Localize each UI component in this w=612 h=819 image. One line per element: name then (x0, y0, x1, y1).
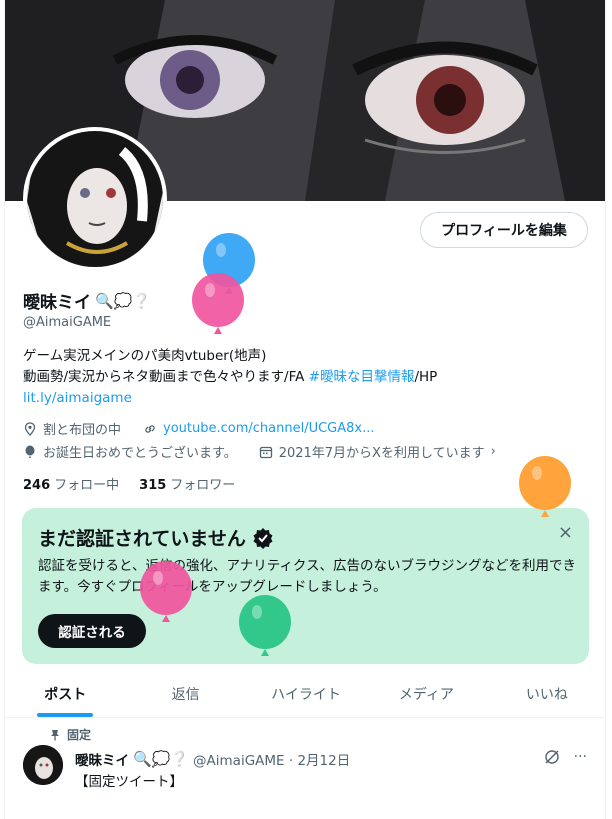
tab-likes[interactable]: いいね (487, 670, 605, 717)
verification-card: まだ認証されていません × 認証を受けると、返信の強化、アナリティクス、広告のな… (22, 508, 589, 664)
profile-joined[interactable]: 2021年7月からXを利用しています (279, 442, 485, 461)
chevron-right-icon: › (490, 444, 496, 459)
bio-link[interactable]: lit.ly/aimaigame (23, 388, 583, 409)
profile-name-row: 曖昧ミイ 🔍💭❔ (23, 288, 152, 314)
post-text: 【固定ツイート】 (75, 774, 183, 790)
name-emoji: 🔍💭❔ (95, 291, 152, 310)
profile-meta-row-2: お誕生日おめでとうございます。 2021年7月からXを利用しています › (23, 442, 496, 461)
following-count: 246 (23, 478, 51, 493)
calendar-icon (259, 446, 272, 458)
pinned-label: 固定 (67, 728, 92, 742)
balloon-green-icon (239, 595, 291, 656)
profile-page: プロフィールを編集 曖昧ミイ 🔍💭❔ @AimaiGAME ゲーム実況メインのパ… (4, 0, 606, 819)
balloon-icon (25, 445, 35, 458)
tab-media[interactable]: メディア (366, 670, 486, 717)
bio-text: 動画勢/実況からネタ動画まで色々やります/FA (23, 369, 309, 385)
followers-count: 315 (139, 478, 167, 493)
verified-badge-icon (253, 527, 273, 549)
bio-line-1: ゲーム実況メインのパ美肉vtuber(地声) (23, 348, 267, 364)
profile-name: 曖昧ミイ (23, 293, 91, 313)
location-icon (24, 421, 36, 436)
tab-replies[interactable]: 返信 (125, 670, 245, 717)
post-handle-date[interactable]: @AimaiGAME · 2月12日 (193, 749, 350, 769)
pin-icon (51, 729, 59, 740)
bio-hashtag-link[interactable]: #曖昧な目撃情報 (309, 369, 415, 385)
profile-bio: ゲーム実況メインのパ美肉vtuber(地声) 動画勢/実況からネタ動画まで色々や… (23, 346, 583, 409)
profile-location: 割と布団の中 (43, 423, 122, 438)
post-header: 曖昧ミイ 🔍💭❔ @AimaiGAME · 2月12日 (75, 749, 350, 769)
grok-icon[interactable] (544, 749, 560, 765)
profile-meta-row-1: 割と布団の中 youtube.com/channel/UCGA8x... (23, 419, 375, 438)
edit-profile-button[interactable]: プロフィールを編集 (420, 212, 588, 248)
following-link[interactable]: 246 フォロー中 (23, 474, 119, 493)
verification-text: 認証を受けると、返信の強化、アナリティクス、広告のないブラウジングなどを利用でき… (38, 558, 576, 595)
followers-link[interactable]: 315 フォロワー (139, 474, 235, 493)
more-options-icon[interactable]: ··· (574, 749, 587, 765)
balloon-pink-2-icon (140, 561, 192, 622)
followers-label: フォロワー (170, 478, 236, 493)
balloon-orange-icon (519, 456, 571, 517)
post-author-name[interactable]: 曖昧ミイ (75, 749, 129, 769)
follow-stats: 246 フォロー中 315 フォロワー (23, 474, 235, 493)
bio-text-suffix: /HP (414, 369, 438, 385)
profile-birthday: お誕生日おめでとうございます。 (43, 446, 237, 461)
verification-title-row: まだ認証されていません (38, 524, 274, 551)
profile-handle: @AimaiGAME (23, 315, 112, 330)
profile-website-link[interactable]: youtube.com/channel/UCGA8x... (163, 421, 375, 436)
post-author-emoji: 🔍💭❔ (133, 750, 190, 768)
post-avatar[interactable] (23, 745, 63, 785)
verification-title: まだ認証されていません (38, 528, 246, 550)
pinned-label-row: 固定 (49, 726, 91, 743)
balloon-pink-icon (192, 273, 244, 334)
following-label: フォロー中 (54, 478, 120, 493)
tab-highlights[interactable]: ハイライト (246, 670, 366, 717)
get-verified-button[interactable]: 認証される (38, 614, 146, 648)
tab-posts[interactable]: ポスト (5, 670, 125, 717)
profile-avatar[interactable] (23, 127, 167, 271)
link-icon (145, 424, 155, 433)
bio-line-2: 動画勢/実況からネタ動画まで色々やります/FA #曖昧な目撃情報/HP (23, 367, 583, 388)
post-actions: ··· (544, 749, 587, 765)
profile-tabs: ポスト 返信 ハイライト メディア いいね (5, 670, 605, 718)
